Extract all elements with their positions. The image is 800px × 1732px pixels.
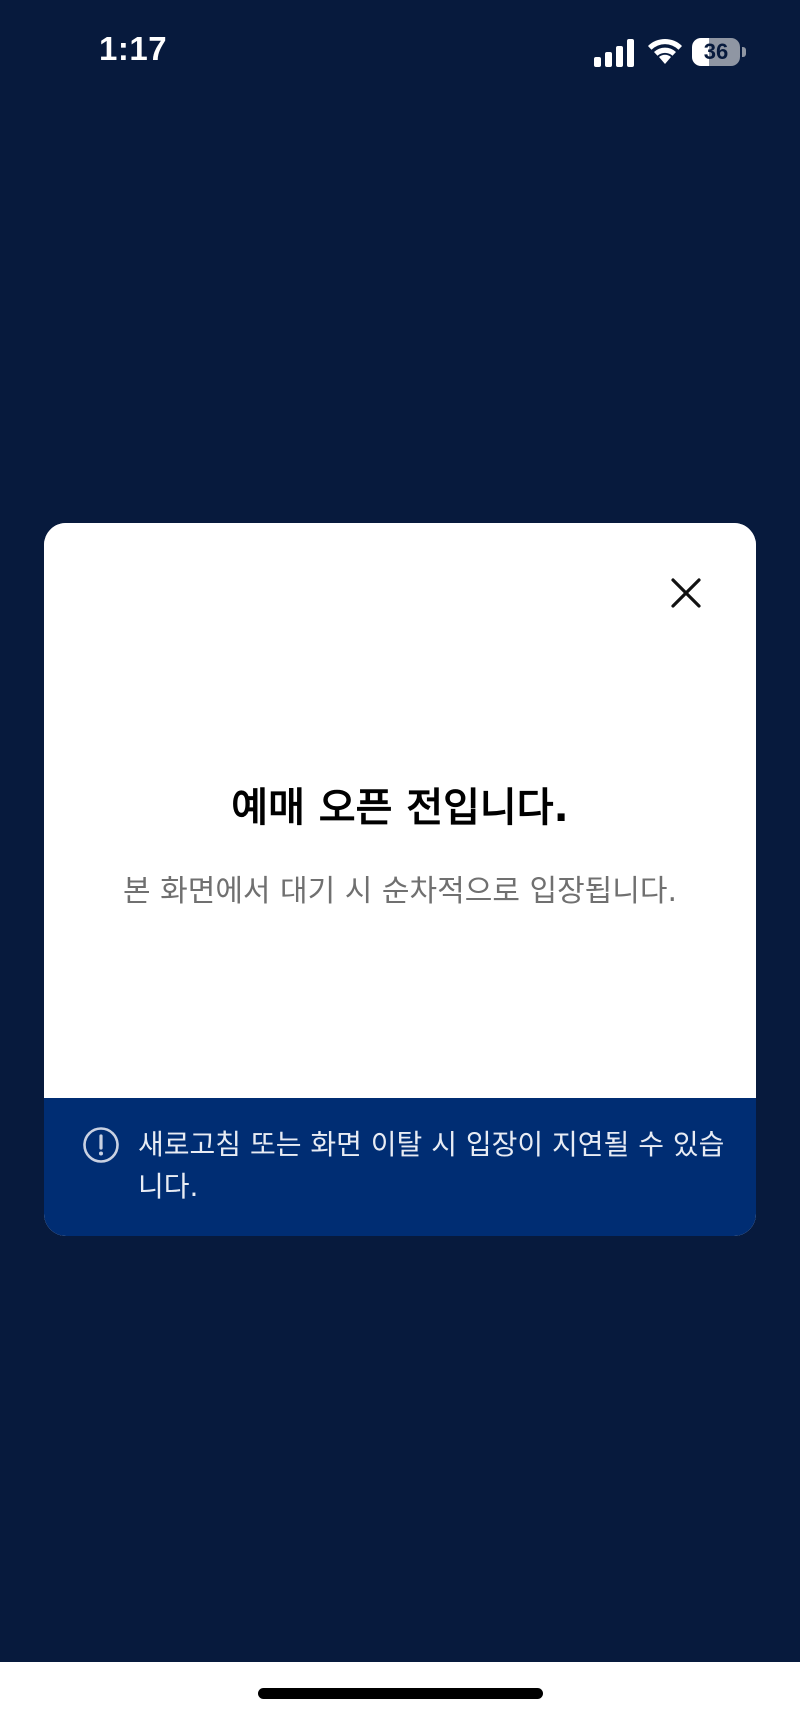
battery-body: 36 <box>692 38 740 66</box>
notice-text: 새로고침 또는 화면 이탈 시 입장이 지연될 수 있습니다. <box>138 1128 725 1203</box>
reservation-waiting-modal: 예매 오픈 전입니다. 본 화면에서 대기 시 순차적으로 입장됩니다. 새로고… <box>44 523 756 1236</box>
battery-tip <box>742 47 746 57</box>
app-screen: 1:17 36 예매 오픈 전입니다. 본 화면에서 대기 시 순차적으로 입장… <box>0 0 800 1662</box>
status-bar: 1:17 36 <box>0 0 800 110</box>
exclamation-circle-icon <box>82 1126 120 1164</box>
home-indicator[interactable] <box>258 1688 543 1699</box>
battery-level: 36 <box>703 39 729 64</box>
battery-icon: 36 <box>692 38 746 68</box>
modal-subtitle: 본 화면에서 대기 시 순차적으로 입장됩니다. <box>122 874 678 909</box>
modal-body: 예매 오픈 전입니다. 본 화면에서 대기 시 순차적으로 입장됩니다. <box>44 523 756 1098</box>
close-button[interactable] <box>658 565 714 621</box>
cellular-signal-icon <box>594 39 636 67</box>
home-indicator-area <box>0 1662 800 1732</box>
close-icon <box>671 578 701 608</box>
notice-bar: 새로고침 또는 화면 이탈 시 입장이 지연될 수 있습니다. <box>44 1098 756 1236</box>
status-time: 1:17 <box>99 30 168 67</box>
wifi-icon <box>646 37 684 67</box>
modal-title: 예매 오픈 전입니다. <box>231 785 569 831</box>
